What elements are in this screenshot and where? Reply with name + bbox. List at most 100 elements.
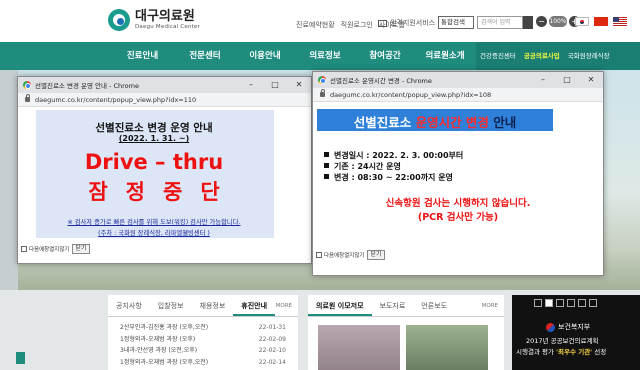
korean-flag-icon[interactable] (575, 17, 589, 26)
address-bar[interactable]: daegumc.co.kr/content/popup_view.php?idx… (18, 93, 311, 107)
tab-recruit[interactable]: 채용정보 (192, 295, 234, 316)
nav-public-medical[interactable]: 공공의료사업 (520, 42, 564, 70)
tab-closure[interactable]: 휴진안내 (233, 295, 276, 316)
walking-test-note: ※ 검사자 증가로 빠른 검사를 위해 도보(워킹) 검사만 가능합니다. (67, 219, 241, 226)
zoom-level: 100% (549, 16, 567, 27)
news-panel: 공지사항 입찰정보 채용정보 휴진안내 MORE 2산부인과-김진홍 과장 (오… (108, 295, 298, 370)
popup-window-hours-change: 선별진료소 운영시간 변경 - Chrome – □ ✕ daegumc.co.… (312, 71, 604, 276)
minimize-button[interactable]: – (531, 72, 555, 88)
suspension-headline: 잠정중단 (88, 180, 238, 204)
zoom-controls: − 100% + (536, 16, 580, 27)
site-header: 대구의료원 Daegu Medical Center 진료예약현황 직원로그인 … (0, 0, 640, 42)
photo-strip (318, 325, 493, 370)
logo-english: Daegu Medical Center (135, 24, 201, 30)
window-controls: – □ ✕ (531, 72, 603, 88)
news-list: 2산부인과-김진홍 과장 (오후,오전) 22-01-31 1정형외과-오재범 과… (108, 317, 298, 368)
hours-title: 선별진료소 운영시간 변경 안내 (353, 115, 517, 130)
tab-notice[interactable]: 공지사항 (108, 295, 150, 316)
pager-dot[interactable] (589, 299, 597, 307)
close-window-button[interactable]: ✕ (287, 77, 311, 93)
nav-item-medical-info[interactable]: 의료정보 (295, 42, 355, 70)
bullet-icon (324, 163, 329, 168)
nav-funeral-hall[interactable]: 국화원장례식장 (564, 42, 614, 70)
gallery-photo[interactable] (406, 325, 488, 370)
nav-item-clinic-guide[interactable]: 진료안내 (110, 42, 175, 70)
chrome-icon (318, 76, 326, 84)
nav-item-about[interactable]: 의료원소개 (415, 42, 475, 70)
list-item[interactable]: 3내과-안선영 과장 (오전,오후) 22-02-10 (120, 345, 286, 357)
drive-thru-headline: Drive – thru (84, 150, 224, 174)
pager-dot[interactable] (534, 299, 542, 307)
zoom-out-button[interactable]: − (536, 16, 547, 27)
logo-icon (108, 9, 130, 31)
close-button[interactable]: 닫기 (367, 250, 385, 260)
tab-media[interactable]: 언론보도 (413, 295, 455, 316)
reservation-status-link[interactable]: 진료예약현황 (296, 20, 335, 30)
list-item[interactable]: 1정형외과-오재범 과장 (오후) 22-02-09 (120, 334, 286, 346)
pcr-only-note: (PCR 검사만 가능) (417, 212, 499, 223)
popup-titlebar[interactable]: 선별진료소 변경 운영 안내 - Chrome – □ ✕ (18, 77, 311, 93)
pager-dot[interactable] (567, 299, 575, 307)
us-flag-icon[interactable] (613, 17, 627, 26)
popup-titlebar[interactable]: 선별진료소 운영시간 변경 - Chrome – □ ✕ (313, 72, 603, 88)
close-button[interactable]: 닫기 (72, 244, 90, 254)
tab-gallery[interactable]: 의료원 이모저모 (308, 295, 372, 316)
language-flags (575, 17, 627, 26)
slider-prev-button[interactable] (16, 352, 25, 364)
news-more-link[interactable]: MORE (276, 295, 298, 316)
photo-panel: 의료원 이모저모 보도자료 언론보도 MORE (308, 295, 504, 370)
notice-title: 선별진료소 변경 운영 안내 (95, 122, 213, 134)
pager-dot[interactable] (556, 299, 564, 307)
notice-date: (2022. 1. 31. ~) (118, 134, 190, 143)
banner-org: 보건복지부 (546, 322, 590, 332)
news-tabs: 공지사항 입찰정보 채용정보 휴진안내 MORE (108, 295, 298, 317)
previous-hours-line: 기존 : 24시간 운영 (324, 161, 463, 172)
list-item[interactable]: 2산부인과-김진홍 과장 (오후,오전) 22-01-31 (120, 322, 286, 334)
notice-content: 선별진료소 변경 운영 안내 (2022. 1. 31. ~) Drive – … (36, 110, 274, 238)
nav-health-center[interactable]: 건강증진센터 (476, 42, 520, 70)
dont-show-checkbox[interactable] (21, 246, 27, 252)
maximize-button[interactable]: □ (555, 72, 579, 88)
tab-press-release[interactable]: 보도자료 (372, 295, 414, 316)
dont-show-label: 다음에창열지않기 (324, 253, 365, 259)
photo-more-link[interactable]: MORE (482, 295, 504, 316)
search-type-select[interactable]: 통합검색 (438, 16, 474, 29)
minimize-button[interactable]: – (239, 77, 263, 93)
popup-window-drive-thru: 선별진료소 변경 운영 안내 - Chrome – □ ✕ daegumc.co… (17, 76, 312, 264)
nav-item-usage-guide[interactable]: 이용안내 (235, 42, 295, 70)
dont-show-label: 다음에창열지않기 (29, 247, 70, 253)
gallery-photo[interactable] (318, 325, 400, 370)
sub-navigation: 건강증진센터 공공의료사업 국화원장례식장 (476, 42, 640, 70)
tab-bidding[interactable]: 입찰정보 (150, 295, 192, 316)
popup-title: 선별진료소 운영시간 변경 - Chrome (330, 77, 432, 85)
ministry-emblem-icon (546, 322, 555, 332)
close-window-button[interactable]: ✕ (579, 72, 603, 88)
rapid-test-warning: 신속항원 검사는 시행하지 않습니다. (385, 198, 531, 209)
pager-dot[interactable] (545, 299, 553, 307)
nav-item-community[interactable]: 참여공간 (355, 42, 415, 70)
site-logo[interactable]: 대구의료원 Daegu Medical Center (108, 9, 200, 31)
search-button[interactable] (523, 16, 533, 29)
nav-item-centers[interactable]: 전문센터 (175, 42, 235, 70)
maximize-button[interactable]: □ (263, 77, 287, 93)
list-item[interactable]: 1정형외과-오재범 과장 (오후,오전) 22-02-14 (120, 357, 286, 369)
chrome-icon (23, 81, 31, 89)
chinese-flag-icon[interactable] (594, 17, 608, 26)
popup-footer: 다음에창열지않기 닫기 (316, 250, 385, 260)
logo-name: 대구의료원 (135, 9, 195, 24)
award-banner[interactable]: 보건복지부 2017년 공공보건의료계획 시행결과 평가 '최우수 기관' 선정 (512, 295, 640, 370)
popup-footer: 다음에창열지않기 닫기 (21, 244, 90, 254)
bullet-icon (324, 174, 329, 179)
banner-line-1: 2017년 공공보건의료계획 (526, 337, 599, 345)
url-text: daegumc.co.kr/content/popup_view.php?idx… (35, 95, 197, 104)
search-input[interactable]: 검색어 입력 (477, 16, 523, 29)
hours-title-banner: 선별진료소 운영시간 변경 안내 (317, 109, 553, 131)
pager-dot[interactable] (578, 299, 586, 307)
staff-login-link[interactable]: 직원로그인 (341, 20, 373, 30)
dont-show-checkbox[interactable] (316, 252, 322, 258)
lock-icon (320, 89, 325, 97)
remote-support-link[interactable]: 원격지원서비스 (378, 18, 435, 28)
photo-tabs: 의료원 이모저모 보도자료 언론보도 MORE (308, 295, 504, 317)
monitor-icon (378, 19, 387, 27)
address-bar[interactable]: daegumc.co.kr/content/popup_view.php?idx… (313, 88, 603, 102)
